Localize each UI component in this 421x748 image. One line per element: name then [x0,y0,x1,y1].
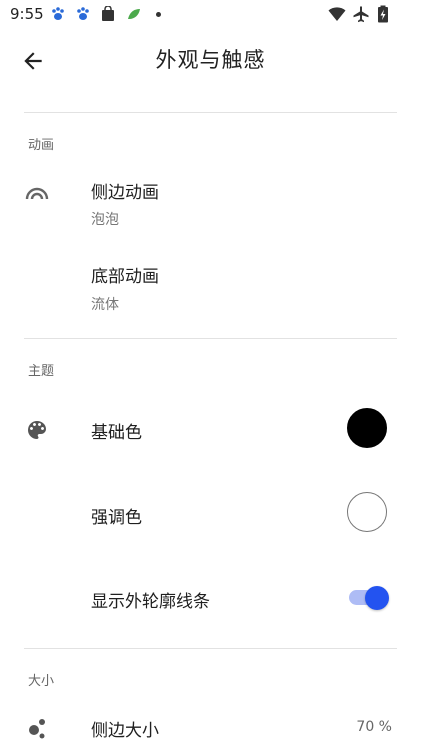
divider [24,112,397,113]
arc-animation-icon [25,187,49,200]
setting-side-animation[interactable] [0,162,421,240]
setting-title: 侧边动画 [91,183,159,203]
paw-notification-icon [52,7,64,20]
shopping-bag-icon [102,6,114,21]
battery-charging-icon [378,5,388,23]
base-color-swatch[interactable] [347,408,387,448]
paw-notification-icon [77,7,89,20]
airplane-mode-icon [353,6,369,23]
side-size-value: 70 % [356,719,392,735]
setting-title: 侧边大小 [91,721,159,741]
section-header-size: 大小 [28,674,55,689]
wifi-icon [328,7,346,21]
setting-title: 显示外轮廓线条 [91,592,210,612]
palette-icon [28,421,46,439]
bubbles-icon [29,719,45,739]
setting-title: 强调色 [91,508,142,528]
setting-title: 基础色 [91,423,142,443]
divider [24,648,397,649]
divider [24,338,397,339]
section-header-theme: 主题 [28,364,55,379]
setting-value: 泡泡 [91,212,119,228]
outline-toggle-thumb[interactable] [365,586,389,610]
setting-bottom-animation[interactable] [0,248,421,326]
leaf-app-icon [128,9,140,19]
more-notifications-dot [156,12,161,17]
accent-color-swatch[interactable] [347,492,387,532]
status-bar: 9:55 [0,0,421,30]
section-header-animation: 动画 [28,138,55,153]
setting-value: 流体 [91,297,119,313]
setting-title: 底部动画 [91,267,159,287]
page-title: 外观与触感 [155,48,266,72]
status-time: 9:55 [10,5,44,23]
